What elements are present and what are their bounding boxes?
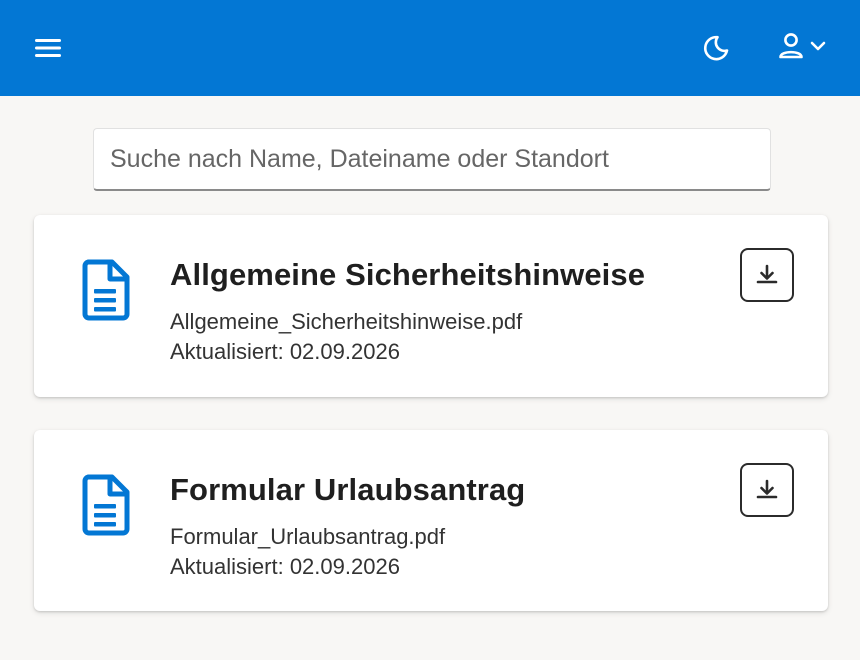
user-menu-button[interactable] <box>770 24 834 68</box>
download-button[interactable] <box>740 248 794 302</box>
search-input[interactable] <box>93 128 771 191</box>
chevron-down-icon <box>810 41 826 51</box>
document-updated-date: Aktualisiert: 02.09.2026 <box>170 554 400 579</box>
document-icon <box>82 259 130 321</box>
hamburger-menu-icon <box>35 39 61 57</box>
menu-button[interactable] <box>28 28 68 68</box>
document-filename: Allgemeine_Sicherheitshinweise.pdf <box>170 309 523 334</box>
document-card[interactable]: Formular Urlaubsantrag Formular_Urlaubsa… <box>34 430 828 611</box>
download-icon <box>756 264 778 284</box>
person-icon <box>779 33 803 59</box>
app-header <box>0 0 860 96</box>
document-filename: Formular_Urlaubsantrag.pdf <box>170 524 446 549</box>
document-title: Allgemeine Sicherheitshinweise <box>170 257 646 292</box>
moon-icon <box>703 35 729 61</box>
download-icon <box>756 479 778 499</box>
document-card[interactable]: Allgemeine Sicherheitshinweise Allgemein… <box>34 215 828 397</box>
download-button[interactable] <box>740 463 794 517</box>
theme-toggle-button[interactable] <box>696 28 736 68</box>
document-icon <box>82 474 130 536</box>
document-title: Formular Urlaubsantrag <box>170 472 526 507</box>
document-updated-date: Aktualisiert: 02.09.2026 <box>170 339 400 364</box>
